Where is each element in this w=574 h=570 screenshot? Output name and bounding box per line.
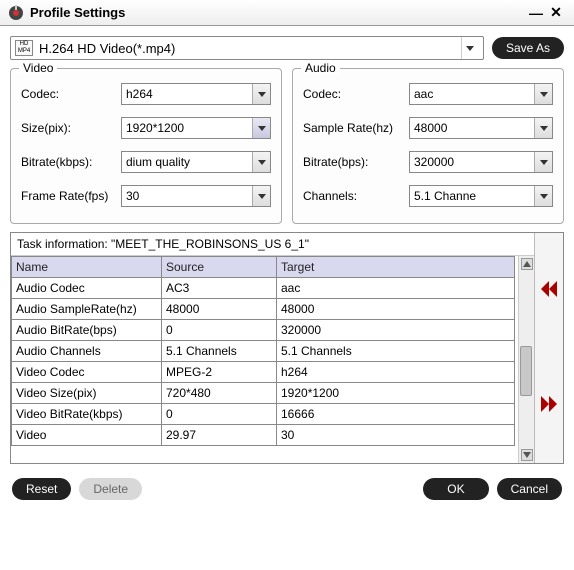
cell-source: 48000	[162, 299, 277, 320]
profile-select[interactable]: HDMP4 H.264 HD Video(*.mp4)	[10, 36, 484, 60]
cell-source: MPEG-2	[162, 362, 277, 383]
ok-button[interactable]: OK	[423, 478, 488, 500]
audio-channels-label: Channels:	[303, 189, 409, 203]
cell-target: 1920*1200	[277, 383, 515, 404]
cancel-button[interactable]: Cancel	[497, 478, 562, 500]
minimize-button[interactable]: —	[526, 3, 546, 23]
table-row[interactable]: Audio CodecAC3aac	[12, 278, 515, 299]
task-heading: Task information: "MEET_THE_ROBINSONS_US…	[11, 233, 534, 256]
next-task-button[interactable]	[539, 396, 559, 415]
save-as-button[interactable]: Save As	[492, 37, 564, 59]
table-row[interactable]: Audio BitRate(bps)0320000	[12, 320, 515, 341]
scrollbar-vertical[interactable]	[518, 256, 534, 463]
audio-samplerate-select[interactable]: 48000	[409, 117, 553, 139]
chevron-down-icon	[252, 186, 270, 206]
chevron-down-icon	[461, 37, 479, 59]
profile-value: H.264 HD Video(*.mp4)	[39, 41, 461, 56]
cell-source: 720*480	[162, 383, 277, 404]
cell-target: 16666	[277, 404, 515, 425]
audio-bitrate-select[interactable]: 320000	[409, 151, 553, 173]
mp4-icon: HDMP4	[15, 40, 33, 56]
video-framerate-select[interactable]: 30	[121, 185, 271, 207]
audio-codec-select[interactable]: aac	[409, 83, 553, 105]
chevron-down-icon	[534, 84, 552, 104]
titlebar: Profile Settings — ✕	[0, 0, 574, 26]
cell-target: 320000	[277, 320, 515, 341]
col-source[interactable]: Source	[162, 257, 277, 278]
table-row[interactable]: Video BitRate(kbps)016666	[12, 404, 515, 425]
cell-target: 48000	[277, 299, 515, 320]
video-codec-label: Codec:	[21, 87, 121, 101]
cell-name: Audio BitRate(bps)	[12, 320, 162, 341]
audio-samplerate-label: Sample Rate(hz)	[303, 121, 409, 135]
app-icon	[8, 5, 24, 21]
cell-name: Video Codec	[12, 362, 162, 383]
chevron-down-icon	[252, 152, 270, 172]
table-row[interactable]: Video29.9730	[12, 425, 515, 446]
scroll-down-icon[interactable]	[521, 449, 533, 461]
scroll-up-icon[interactable]	[521, 258, 533, 270]
table-row[interactable]: Video Size(pix)720*4801920*1200	[12, 383, 515, 404]
cell-source: 5.1 Channels	[162, 341, 277, 362]
cell-target: 5.1 Channels	[277, 341, 515, 362]
audio-panel-title: Audio	[301, 61, 340, 75]
cell-target: h264	[277, 362, 515, 383]
chevron-down-icon	[534, 118, 552, 138]
cell-target: 30	[277, 425, 515, 446]
cell-target: aac	[277, 278, 515, 299]
reset-button[interactable]: Reset	[12, 478, 71, 500]
video-size-select[interactable]: 1920*1200	[121, 117, 271, 139]
cell-name: Audio SampleRate(hz)	[12, 299, 162, 320]
chevron-down-icon	[252, 118, 270, 138]
cell-source: 0	[162, 320, 277, 341]
audio-panel: Audio Codec:aac Sample Rate(hz)48000 Bit…	[292, 68, 564, 224]
cell-name: Video BitRate(kbps)	[12, 404, 162, 425]
cell-source: 29.97	[162, 425, 277, 446]
cell-name: Video	[12, 425, 162, 446]
scroll-thumb[interactable]	[520, 346, 532, 396]
audio-channels-select[interactable]: 5.1 Channe	[409, 185, 553, 207]
close-button[interactable]: ✕	[546, 3, 566, 23]
video-bitrate-select[interactable]: dium quality	[121, 151, 271, 173]
prev-task-button[interactable]	[539, 281, 559, 300]
video-panel: Video Codec:h264 Size(pix):1920*1200 Bit…	[10, 68, 282, 224]
table-row[interactable]: Audio Channels5.1 Channels5.1 Channels	[12, 341, 515, 362]
video-codec-select[interactable]: h264	[121, 83, 271, 105]
chevron-down-icon	[252, 84, 270, 104]
cell-name: Audio Channels	[12, 341, 162, 362]
col-name[interactable]: Name	[12, 257, 162, 278]
video-size-label: Size(pix):	[21, 121, 121, 135]
audio-codec-label: Codec:	[303, 87, 409, 101]
cell-source: 0	[162, 404, 277, 425]
task-table-scroll[interactable]: Name Source Target Audio CodecAC3aacAudi…	[11, 256, 534, 463]
cell-name: Audio Codec	[12, 278, 162, 299]
table-row[interactable]: Video CodecMPEG-2h264	[12, 362, 515, 383]
window-title: Profile Settings	[30, 5, 526, 20]
col-target[interactable]: Target	[277, 257, 515, 278]
video-framerate-label: Frame Rate(fps)	[21, 189, 121, 203]
video-bitrate-label: Bitrate(kbps):	[21, 155, 121, 169]
video-panel-title: Video	[19, 61, 57, 75]
chevron-down-icon	[534, 186, 552, 206]
chevron-down-icon	[534, 152, 552, 172]
table-row[interactable]: Audio SampleRate(hz)4800048000	[12, 299, 515, 320]
task-table: Name Source Target Audio CodecAC3aacAudi…	[11, 256, 515, 446]
task-info-panel: Task information: "MEET_THE_ROBINSONS_US…	[10, 232, 564, 464]
footer: Reset Delete OK Cancel	[0, 470, 574, 508]
cell-name: Video Size(pix)	[12, 383, 162, 404]
cell-source: AC3	[162, 278, 277, 299]
delete-button[interactable]: Delete	[79, 478, 142, 500]
audio-bitrate-label: Bitrate(bps):	[303, 155, 409, 169]
